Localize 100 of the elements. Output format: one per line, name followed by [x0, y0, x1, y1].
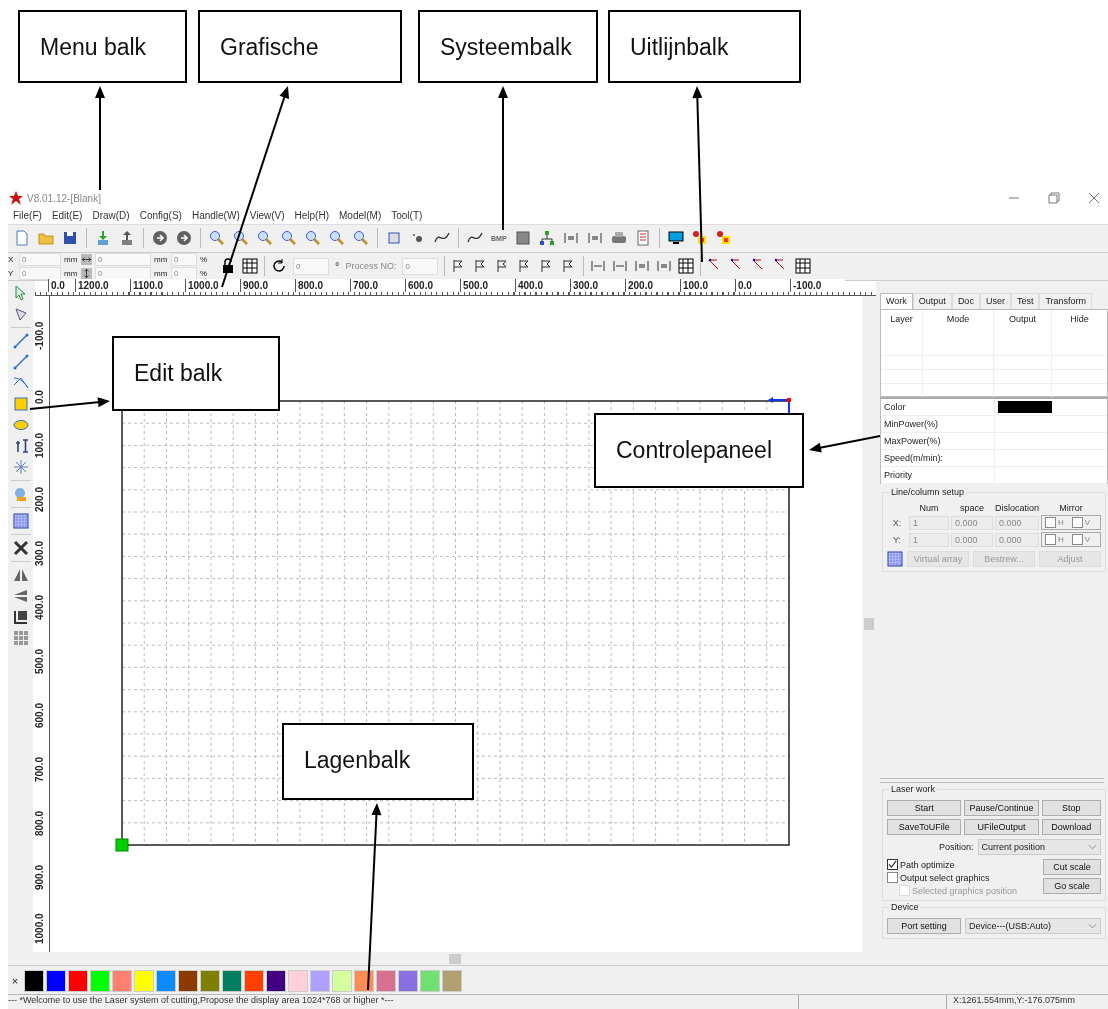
rotation-field[interactable]: 0: [293, 257, 329, 275]
laser-button[interactable]: SaveToUFile: [887, 819, 962, 836]
layer-color[interactable]: [266, 970, 286, 993]
group-title: Device: [889, 902, 921, 913]
checkbox-label: Selected graphics position: [912, 885, 1018, 896]
layer-color[interactable]: [178, 970, 198, 993]
layer-color[interactable]: [24, 970, 44, 993]
layer-color[interactable]: [134, 970, 154, 993]
node-edit-icon[interactable]: [12, 306, 29, 323]
layer-color[interactable]: [200, 970, 220, 993]
menu-item[interactable]: Help(H): [294, 209, 329, 221]
panel-tab[interactable]: Output: [912, 293, 952, 310]
layer-color[interactable]: [398, 970, 418, 993]
menu-item[interactable]: Handle(W): [191, 209, 240, 221]
palette-close-button[interactable]: ×: [8, 975, 22, 988]
layer-color[interactable]: [332, 970, 352, 993]
x-axis-arrow: [768, 397, 791, 404]
export-icon[interactable]: [119, 230, 135, 247]
ruler-label: 800.0: [33, 810, 46, 837]
rotate-icon[interactable]: [271, 258, 287, 275]
position-dropdown[interactable]: Current position: [977, 839, 1101, 856]
panel-tab[interactable]: Test: [1010, 293, 1040, 310]
tree-icon[interactable]: [538, 230, 555, 247]
forward-icon[interactable]: [176, 230, 192, 247]
color-swatch[interactable]: [998, 401, 1052, 414]
unit-label: mm: [64, 254, 78, 264]
marker-icon[interactable]: [691, 230, 708, 247]
scale-button[interactable]: Go scale: [1043, 878, 1101, 895]
port-setting-button[interactable]: Port setting: [887, 918, 961, 935]
laser-button[interactable]: Stop: [1041, 800, 1101, 817]
ruler-label: 700.0: [350, 279, 405, 293]
line-icon[interactable]: [12, 354, 29, 371]
import-icon[interactable]: [95, 230, 111, 247]
size-field[interactable]: 0: [95, 266, 151, 280]
save-icon[interactable]: [62, 230, 78, 247]
new-file-icon[interactable]: [14, 230, 30, 247]
layer-color[interactable]: [90, 970, 110, 993]
layer-color[interactable]: [68, 970, 88, 993]
checkbox[interactable]: [887, 859, 898, 871]
menu-item[interactable]: File(F): [13, 209, 42, 221]
back-icon[interactable]: [152, 230, 168, 247]
monitor-icon[interactable]: [667, 230, 684, 247]
laser-button[interactable]: Download: [1041, 819, 1101, 836]
rectangle-icon[interactable]: [12, 396, 29, 413]
device-dropdown[interactable]: Device---(USB:Auto): [965, 918, 1101, 935]
delete-icon[interactable]: [12, 540, 29, 557]
menu-item[interactable]: Edit(E): [51, 209, 83, 221]
size-icon[interactable]: [12, 609, 29, 626]
mirror-icon[interactable]: [12, 588, 29, 605]
mirror-checkbox[interactable]: [1071, 534, 1083, 546]
scale-button[interactable]: Cut scale: [1043, 859, 1101, 876]
panel-tab[interactable]: User: [979, 293, 1011, 310]
square-icon[interactable]: [514, 230, 531, 247]
menu-item[interactable]: View(V): [249, 209, 285, 221]
unit-label: mm: [154, 254, 168, 264]
array-icon[interactable]: [887, 551, 903, 568]
laser-button[interactable]: Pause/Continue: [964, 800, 1039, 817]
mirror-checkbox[interactable]: [1071, 517, 1083, 529]
layer-color[interactable]: [244, 970, 264, 993]
menu-item[interactable]: Draw(D): [92, 209, 130, 221]
laser-button[interactable]: UFileOutput: [964, 819, 1039, 836]
selection-box-icon[interactable]: [386, 230, 402, 247]
marker-icon[interactable]: [715, 230, 732, 247]
lock-icon[interactable]: [220, 258, 236, 275]
column-header: Num: [918, 503, 940, 514]
center-icon[interactable]: [795, 258, 812, 275]
layer-color[interactable]: [112, 970, 132, 993]
layer-color[interactable]: [222, 970, 242, 993]
star-icon[interactable]: [12, 459, 29, 476]
layer-color[interactable]: [46, 970, 66, 993]
laser-button[interactable]: Start: [887, 800, 962, 817]
panel-tab[interactable]: Doc: [951, 293, 980, 310]
list-icon[interactable]: [634, 230, 651, 247]
process-field[interactable]: 0: [402, 257, 439, 275]
position-field[interactable]: 0: [19, 266, 61, 280]
spacing-icon[interactable]: [678, 258, 695, 275]
mirror-icon[interactable]: [12, 567, 29, 584]
menu-item[interactable]: Model(M): [339, 209, 382, 221]
height-arrow-icon[interactable]: [81, 267, 92, 279]
menu-item[interactable]: Config(S): [139, 209, 182, 221]
panel-tab[interactable]: Transform: [1039, 293, 1093, 310]
line-icon[interactable]: [12, 333, 29, 350]
panel-tab[interactable]: Work: [880, 293, 913, 310]
zoom-icon[interactable]: [233, 230, 249, 247]
layer-color[interactable]: [310, 970, 330, 993]
property-label: Priority: [881, 467, 995, 484]
grid-icon[interactable]: [242, 258, 258, 275]
ruler-label: 800.0: [295, 279, 350, 293]
layer-color[interactable]: [288, 970, 308, 993]
scale-field[interactable]: 0: [171, 266, 197, 280]
layer-color[interactable]: [354, 970, 374, 993]
mirror-checkbox[interactable]: [1045, 534, 1056, 546]
menu-item[interactable]: Tool(T): [391, 209, 423, 221]
mirror-checkbox[interactable]: [1045, 517, 1056, 529]
restore-icon[interactable]: [1046, 190, 1062, 207]
layer-color[interactable]: [442, 970, 462, 993]
layer-color[interactable]: [376, 970, 396, 993]
checkbox[interactable]: [887, 872, 898, 884]
layer-color[interactable]: [420, 970, 440, 993]
layer-color[interactable]: [156, 970, 176, 993]
